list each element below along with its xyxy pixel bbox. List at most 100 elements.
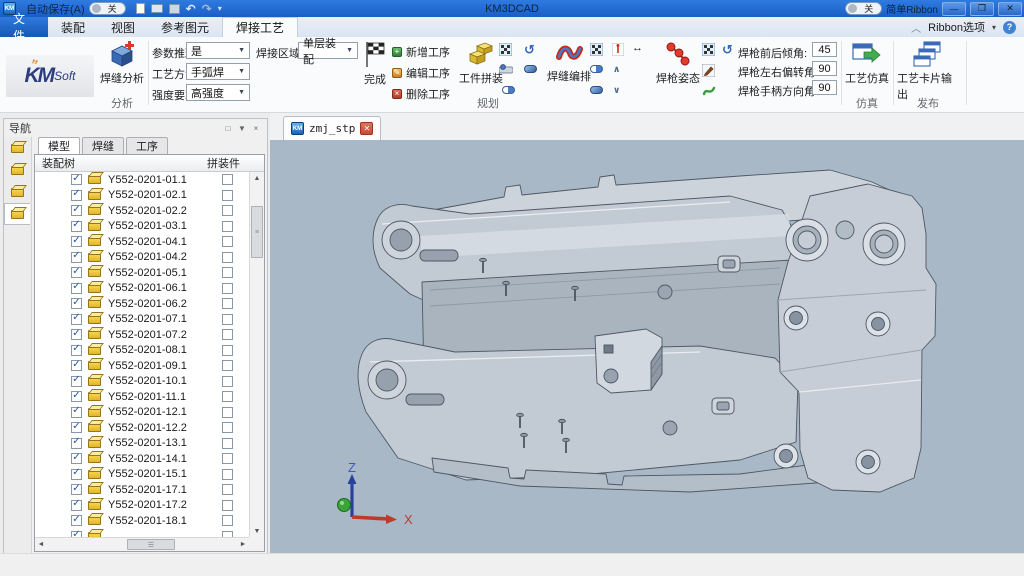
- document-close-icon[interactable]: ✕: [360, 122, 373, 135]
- tab-reference[interactable]: 参考图元: [148, 17, 222, 37]
- collapse-ribbon-icon[interactable]: ︿: [911, 20, 921, 35]
- vertical-marker-icon[interactable]: [612, 43, 624, 56]
- table-row[interactable]: ✓ Y552-0201-17.2: [35, 498, 249, 514]
- tab-welding-process[interactable]: 焊接工艺: [222, 17, 298, 37]
- part-visibility-checkbox[interactable]: ✓: [71, 298, 82, 309]
- part-visibility-checkbox[interactable]: ✓: [71, 329, 82, 340]
- table-row[interactable]: ✓ Y552-0201-07.1: [35, 312, 249, 328]
- scroll-down-icon[interactable]: ▼: [250, 525, 264, 537]
- move-down-icon[interactable]: ∨: [613, 85, 620, 96]
- table-row[interactable]: ✓ Y552-0201-05.1: [35, 265, 249, 281]
- part-visibility-checkbox[interactable]: ✓: [71, 469, 82, 480]
- torch-handle-input[interactable]: [812, 80, 837, 95]
- vertical-scrollbar[interactable]: ▲ ≡ ▼: [249, 172, 264, 537]
- torch-yaw-input[interactable]: [812, 61, 837, 76]
- table-row[interactable]: ✓ Y552-0201-13.1: [35, 436, 249, 452]
- table-row[interactable]: ✓ Y552-0201-17.1: [35, 482, 249, 498]
- mini-flag-icon[interactable]: [499, 43, 512, 56]
- table-row[interactable]: ✓ Y552-0201-06.1: [35, 281, 249, 297]
- weld-path-snake-icon[interactable]: [702, 85, 716, 97]
- assembled-checkbox[interactable]: [222, 376, 233, 387]
- part-visibility-checkbox[interactable]: ✓: [71, 515, 82, 526]
- panel-close-icon[interactable]: ×: [250, 122, 262, 134]
- part-visibility-checkbox[interactable]: ✓: [71, 500, 82, 511]
- part-visibility-checkbox[interactable]: ✓: [71, 360, 82, 371]
- assembly-set-button[interactable]: [4, 181, 30, 203]
- assembled-checkbox[interactable]: [222, 205, 233, 216]
- add-process-button[interactable]: + 新增工序: [392, 44, 450, 60]
- tab-file[interactable]: 文件: [0, 17, 48, 37]
- part-set-button[interactable]: [4, 159, 30, 181]
- finish-button[interactable]: 完成: [360, 41, 390, 87]
- part-visibility-checkbox[interactable]: ✓: [71, 314, 82, 325]
- assembled-checkbox[interactable]: [222, 438, 233, 449]
- nav-tab-model[interactable]: 模型: [38, 137, 80, 154]
- document-tab[interactable]: KM zmj_stp ✕: [283, 116, 381, 140]
- assembled-checkbox[interactable]: [222, 221, 233, 232]
- assembled-checkbox[interactable]: [222, 469, 233, 480]
- weld-segment-icon[interactable]: [524, 65, 537, 73]
- weld-segment-icon[interactable]: [590, 86, 603, 94]
- part-visibility-checkbox[interactable]: ✓: [71, 484, 82, 495]
- strength-req-select[interactable]: 高强度▼: [186, 84, 250, 101]
- scroll-right-icon[interactable]: ►: [237, 538, 249, 551]
- process-simulation-button[interactable]: 工艺仿真: [845, 41, 889, 86]
- assembled-checkbox[interactable]: [222, 391, 233, 402]
- ribbon-mode-toggle[interactable]: 关: [845, 2, 882, 15]
- move-up-icon[interactable]: ∧: [613, 64, 620, 75]
- horizontal-scrollbar[interactable]: ◄ ☰ ►: [35, 537, 249, 551]
- table-row[interactable]: ✓ Y552-0201-10.1: [35, 374, 249, 390]
- assembled-checkbox[interactable]: [222, 314, 233, 325]
- assembled-checkbox[interactable]: [222, 298, 233, 309]
- process-card-output-button[interactable]: 工艺卡片输出: [897, 41, 959, 102]
- table-row[interactable]: ✓ Y552-0201-12.2: [35, 420, 249, 436]
- rotate-icon[interactable]: ↺: [524, 43, 535, 56]
- weld-region-select[interactable]: 单层装配▼: [298, 42, 358, 59]
- model-view-button[interactable]: [4, 137, 30, 159]
- table-row[interactable]: ✓ Y552-0201-01.1: [35, 172, 249, 188]
- torch-tilt-input[interactable]: [812, 42, 837, 57]
- table-row[interactable]: ✓ Y552-0201-04.2: [35, 250, 249, 266]
- horizontal-scroll-thumb[interactable]: ☰: [127, 539, 175, 550]
- seam-analysis-button[interactable]: 焊缝分析: [98, 41, 146, 86]
- table-row[interactable]: ✓: [35, 529, 249, 538]
- part-visibility-checkbox[interactable]: ✓: [71, 391, 82, 402]
- table-row[interactable]: ✓ Y552-0201-08.1: [35, 343, 249, 359]
- mini-flag-icon[interactable]: [702, 43, 715, 56]
- table-row[interactable]: ✓ Y552-0201-14.1: [35, 451, 249, 467]
- table-row[interactable]: ✓ Y552-0201-07.2: [35, 327, 249, 343]
- part-visibility-checkbox[interactable]: ✓: [71, 438, 82, 449]
- part-visibility-checkbox[interactable]: ✓: [71, 345, 82, 356]
- vertical-scroll-thumb[interactable]: ≡: [251, 206, 263, 258]
- table-row[interactable]: ✓ Y552-0201-11.1: [35, 389, 249, 405]
- width-measure-icon[interactable]: ↔: [632, 42, 643, 54]
- workbench-icon[interactable]: [499, 64, 513, 74]
- table-row[interactable]: ✓ Y552-0201-03.1: [35, 219, 249, 235]
- assembled-checkbox[interactable]: [222, 453, 233, 464]
- nav-tab-process[interactable]: 工序: [126, 137, 168, 154]
- assembled-checkbox[interactable]: [222, 360, 233, 371]
- rotate-icon[interactable]: ↺: [722, 43, 733, 56]
- close-button[interactable]: ✕: [998, 2, 1022, 16]
- table-row[interactable]: ✓ Y552-0201-18.1: [35, 513, 249, 529]
- ribbon-options-label[interactable]: Ribbon选项: [928, 19, 985, 35]
- process-method-select[interactable]: 手弧焊▼: [186, 63, 250, 80]
- nav-tab-seam[interactable]: 焊缝: [82, 137, 124, 154]
- part-visibility-checkbox[interactable]: ✓: [71, 283, 82, 294]
- part-visibility-checkbox[interactable]: ✓: [71, 376, 82, 387]
- 3d-viewport[interactable]: Z X: [270, 140, 1024, 553]
- assembled-checkbox[interactable]: [222, 345, 233, 356]
- param-inference-select[interactable]: 是▼: [186, 42, 250, 59]
- table-row[interactable]: ✓ Y552-0201-04.1: [35, 234, 249, 250]
- weld-segment-outline-icon[interactable]: [590, 65, 603, 73]
- part-visibility-checkbox[interactable]: ✓: [71, 453, 82, 464]
- part-visibility-checkbox[interactable]: ✓: [71, 252, 82, 263]
- scroll-up-icon[interactable]: ▲: [250, 172, 264, 184]
- assembled-checkbox[interactable]: [222, 515, 233, 526]
- scroll-left-icon[interactable]: ◄: [35, 538, 47, 551]
- part-visibility-checkbox[interactable]: ✓: [71, 267, 82, 278]
- tab-view[interactable]: 视图: [98, 17, 148, 37]
- maximize-button[interactable]: ❐: [970, 2, 994, 16]
- part-visibility-checkbox[interactable]: ✓: [71, 407, 82, 418]
- assembled-checkbox[interactable]: [222, 174, 233, 185]
